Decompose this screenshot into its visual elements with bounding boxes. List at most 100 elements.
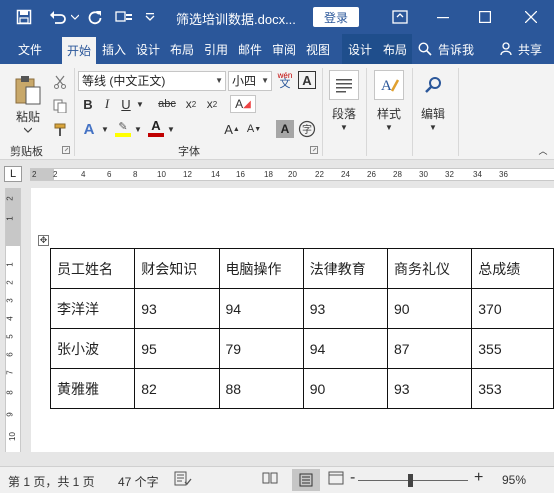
font-color-icon[interactable]: A	[147, 117, 165, 139]
format-painter-icon[interactable]	[50, 120, 70, 140]
read-mode-icon[interactable]	[262, 471, 278, 488]
undo-dropdown-icon[interactable]	[70, 0, 80, 34]
tell-me-box[interactable]: 告诉我	[418, 34, 484, 64]
chevron-down-icon[interactable]: ▼	[326, 122, 362, 132]
tab-mailings[interactable]: 邮件	[234, 34, 266, 64]
chevron-down-icon[interactable]: ▼	[370, 122, 408, 132]
collapse-ribbon-icon[interactable]: ︿	[536, 144, 550, 156]
tab-layout[interactable]: 布局	[166, 34, 198, 64]
table-header-cell[interactable]: 总成绩	[471, 248, 554, 289]
character-shading-icon[interactable]: A	[276, 120, 294, 138]
table-cell[interactable]: 79	[218, 328, 304, 369]
strikethrough-button[interactable]: abc	[156, 95, 178, 113]
tab-review[interactable]: 审阅	[268, 34, 300, 64]
tab-view[interactable]: 视图	[302, 34, 334, 64]
underline-button[interactable]: U	[118, 95, 134, 113]
copy-icon[interactable]	[50, 96, 70, 116]
table-cell[interactable]: 355	[471, 328, 554, 369]
close-icon[interactable]	[508, 0, 554, 34]
paragraph-icon[interactable]	[329, 70, 359, 100]
table-cell[interactable]: 94	[302, 328, 389, 369]
quick-access-dropdown-icon[interactable]	[142, 0, 158, 34]
save-icon[interactable]	[12, 0, 36, 34]
chevron-down-icon[interactable]: ▼	[100, 119, 110, 139]
ribbon-display-options-icon[interactable]	[382, 0, 418, 34]
table-cell[interactable]: 353	[471, 368, 554, 409]
bold-button[interactable]: B	[80, 95, 96, 113]
proofing-icon[interactable]	[174, 471, 192, 490]
table-header-cell[interactable]: 财会知识	[134, 248, 220, 289]
table-header-cell[interactable]: 员工姓名	[49, 248, 136, 289]
maximize-icon[interactable]	[462, 0, 508, 34]
undo-icon[interactable]	[46, 0, 70, 34]
find-icon[interactable]	[418, 70, 448, 100]
table-cell[interactable]: 95	[134, 328, 220, 369]
tab-design[interactable]: 设计	[132, 34, 164, 64]
table-cell[interactable]: 88	[218, 368, 304, 409]
table-header-cell[interactable]: 法律教育	[302, 248, 389, 289]
character-border-button[interactable]: A	[298, 71, 316, 89]
login-button[interactable]: 登录	[313, 7, 359, 27]
table-cell[interactable]: 90	[386, 288, 473, 329]
redo-icon[interactable]	[84, 0, 106, 34]
table-cell[interactable]: 张小波	[49, 328, 136, 369]
table-cell[interactable]: 87	[386, 328, 473, 369]
table-header-cell[interactable]: 商务礼仪	[386, 248, 473, 289]
table-cell[interactable]: 李洋洋	[49, 288, 136, 329]
editing-button[interactable]: 编辑	[414, 104, 452, 122]
minimize-icon[interactable]	[420, 0, 466, 34]
tab-selector[interactable]: L	[4, 166, 22, 182]
tab-table-layout[interactable]: 布局	[378, 34, 412, 64]
chevron-down-icon[interactable]: ▼	[135, 95, 145, 113]
paste-button[interactable]: 粘贴	[8, 108, 48, 124]
phonetic-guide-button[interactable]: wén 文	[275, 69, 295, 91]
styles-button[interactable]: 样式	[370, 104, 408, 122]
data-table[interactable]: 员工姓名 财会知识 电脑操作 法律教育 商务礼仪 总成绩 李洋洋 93 94 9…	[49, 248, 554, 409]
clear-formatting-icon[interactable]: A ◢	[230, 95, 256, 113]
paste-icon[interactable]	[8, 72, 48, 108]
table-cell[interactable]: 94	[218, 288, 304, 329]
superscript-button[interactable]: x2	[203, 95, 221, 113]
document-page[interactable]: ✥ 员工姓名 财会知识 电脑操作 法律教育 商务礼仪 总成绩 李洋洋 93 94…	[31, 188, 554, 452]
ruler-strip[interactable]: 2 2 4 6 8 10 12 14 16 18 20 22 24 26 28 …	[30, 168, 554, 181]
zoom-level[interactable]: 95%	[502, 473, 526, 487]
tab-table-design[interactable]: 设计	[342, 34, 378, 64]
styles-icon[interactable]: A	[374, 70, 404, 100]
chevron-down-icon[interactable]: ▼	[166, 119, 176, 139]
table-cell[interactable]: 黄雅雅	[49, 368, 136, 409]
web-layout-icon[interactable]	[328, 471, 344, 488]
table-cell[interactable]: 90	[302, 368, 389, 409]
table-move-handle-icon[interactable]: ✥	[38, 235, 49, 246]
subscript-button[interactable]: x2	[182, 95, 200, 113]
tab-file[interactable]: 文件	[10, 34, 50, 64]
word-count[interactable]: 47 个字	[118, 473, 159, 490]
paste-dropdown-icon[interactable]	[8, 124, 48, 136]
table-cell[interactable]: 82	[134, 368, 220, 409]
print-layout-icon[interactable]	[292, 469, 320, 491]
share-button[interactable]: 共享	[500, 34, 554, 64]
table-cell[interactable]: 370	[471, 288, 554, 329]
tab-references[interactable]: 引用	[200, 34, 232, 64]
zoom-in-button[interactable]: +	[474, 469, 483, 487]
font-launcher-icon[interactable]	[308, 144, 320, 156]
table-cell[interactable]: 93	[134, 288, 220, 329]
highlight-color-icon[interactable]: ✎	[114, 117, 132, 139]
table-header-cell[interactable]: 电脑操作	[218, 248, 304, 289]
chevron-down-icon[interactable]: ▼	[414, 122, 452, 132]
table-cell[interactable]: 93	[386, 368, 473, 409]
grow-font-icon[interactable]: A ▲	[224, 119, 240, 139]
enclose-characters-icon[interactable]: 字	[297, 119, 317, 139]
chevron-down-icon[interactable]: ▼	[133, 119, 143, 139]
zoom-slider-thumb[interactable]	[407, 474, 413, 487]
shrink-font-icon[interactable]: A ▼	[246, 119, 262, 139]
cut-icon[interactable]	[50, 72, 70, 92]
font-name-combo[interactable]: 等线 (中文正文) ▼	[78, 71, 226, 91]
customize-icon[interactable]	[112, 0, 136, 34]
text-effects-icon[interactable]: A	[80, 119, 98, 139]
tab-home[interactable]: 开始	[62, 37, 96, 64]
italic-button[interactable]: I	[99, 95, 115, 113]
zoom-slider[interactable]	[358, 474, 468, 487]
page-count[interactable]: 第 1 页，共 1 页	[8, 473, 95, 490]
font-size-combo[interactable]: 小四 ▼	[228, 71, 272, 91]
table-cell[interactable]: 93	[302, 288, 389, 329]
